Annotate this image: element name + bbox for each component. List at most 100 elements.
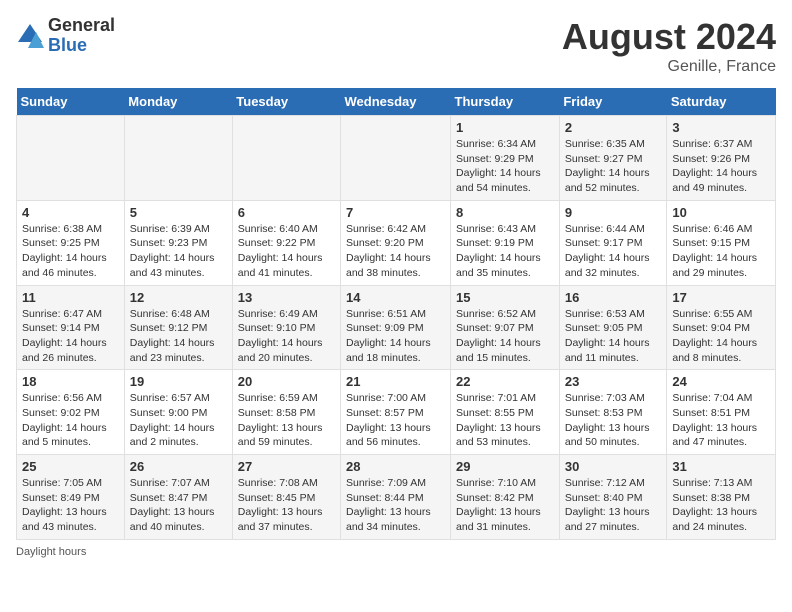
day-number: 29 bbox=[456, 459, 554, 474]
footer-note: Daylight hours bbox=[16, 546, 776, 558]
header-thursday: Thursday bbox=[451, 88, 560, 116]
calendar-cell: 25Sunrise: 7:05 AMSunset: 8:49 PMDayligh… bbox=[17, 455, 125, 540]
calendar-cell: 27 Sunrise: 7:08 AMSunset: 8:45 PMDayligh… bbox=[232, 455, 340, 540]
calendar-cell: 7 Sunrise: 6:42 AMSunset: 9:20 PMDaylight… bbox=[341, 200, 451, 285]
header-tuesday: Tuesday bbox=[232, 88, 340, 116]
day-number: 26 bbox=[130, 459, 227, 474]
calendar-cell: 6 Sunrise: 6:40 AMSunset: 9:22 PMDaylight… bbox=[232, 200, 340, 285]
header-wednesday: Wednesday bbox=[341, 88, 451, 116]
day-info: Sunrise: 7:10 AMSunset: 8:42 PMDaylight:… bbox=[456, 476, 554, 535]
calendar-cell: 18 Sunrise: 6:56 AMSunset: 9:02 PMDayligh… bbox=[17, 370, 125, 455]
day-number: 1 bbox=[456, 120, 554, 135]
day-number: 3 bbox=[672, 120, 770, 135]
day-number: 7 bbox=[346, 205, 445, 220]
calendar-cell: 13Sunrise: 6:49 AMSunset: 9:10 PMDayligh… bbox=[232, 285, 340, 370]
day-info: Sunrise: 6:47 AMSunset: 9:14 PMDaylight:… bbox=[22, 307, 119, 366]
day-number: 16 bbox=[565, 290, 662, 305]
calendar-week-row: 1 Sunrise: 6:34 AMSunset: 9:29 PMDaylight… bbox=[17, 116, 776, 201]
day-info: Sunrise: 6:46 AMSunset: 9:15 PMDaylight:… bbox=[672, 222, 770, 281]
calendar-cell: 11Sunrise: 6:47 AMSunset: 9:14 PMDayligh… bbox=[17, 285, 125, 370]
calendar-cell: 17 Sunrise: 6:55 AMSunset: 9:04 PMDayligh… bbox=[667, 285, 776, 370]
day-info: Sunrise: 6:55 AMSunset: 9:04 PMDaylight:… bbox=[672, 307, 770, 366]
day-info: Sunrise: 6:51 AMSunset: 9:09 PMDaylight:… bbox=[346, 307, 445, 366]
day-info: Sunrise: 7:07 AMSunset: 8:47 PMDaylight:… bbox=[130, 476, 227, 535]
day-number: 31 bbox=[672, 459, 770, 474]
calendar-cell bbox=[17, 116, 125, 201]
logo: General Blue bbox=[16, 16, 115, 56]
day-info: Sunrise: 6:43 AMSunset: 9:19 PMDaylight:… bbox=[456, 222, 554, 281]
day-info: Sunrise: 6:38 AMSunset: 9:25 PMDaylight:… bbox=[22, 222, 119, 281]
calendar-cell: 26 Sunrise: 7:07 AMSunset: 8:47 PMDayligh… bbox=[124, 455, 232, 540]
header-saturday: Saturday bbox=[667, 88, 776, 116]
day-info: Sunrise: 7:04 AMSunset: 8:51 PMDaylight:… bbox=[672, 391, 770, 450]
calendar-cell: 5 Sunrise: 6:39 AMSunset: 9:23 PMDaylight… bbox=[124, 200, 232, 285]
calendar-cell bbox=[124, 116, 232, 201]
calendar-week-row: 25Sunrise: 7:05 AMSunset: 8:49 PMDayligh… bbox=[17, 455, 776, 540]
calendar-cell bbox=[341, 116, 451, 201]
day-info: Sunrise: 6:34 AMSunset: 9:29 PMDaylight:… bbox=[456, 137, 554, 196]
day-info: Sunrise: 6:48 AMSunset: 9:12 PMDaylight:… bbox=[130, 307, 227, 366]
calendar-cell: 1 Sunrise: 6:34 AMSunset: 9:29 PMDaylight… bbox=[451, 116, 560, 201]
day-number: 28 bbox=[346, 459, 445, 474]
day-info: Sunrise: 7:12 AMSunset: 8:40 PMDaylight:… bbox=[565, 476, 662, 535]
day-number: 12 bbox=[130, 290, 227, 305]
header-sunday: Sunday bbox=[17, 88, 125, 116]
calendar-week-row: 4 Sunrise: 6:38 AMSunset: 9:25 PMDaylight… bbox=[17, 200, 776, 285]
day-number: 18 bbox=[22, 374, 119, 389]
day-number: 5 bbox=[130, 205, 227, 220]
day-number: 25 bbox=[22, 459, 119, 474]
calendar-cell: 23Sunrise: 7:03 AMSunset: 8:53 PMDayligh… bbox=[559, 370, 667, 455]
calendar-cell: 30 Sunrise: 7:12 AMSunset: 8:40 PMDayligh… bbox=[559, 455, 667, 540]
page-header: General Blue August 2024 Genille, France bbox=[16, 16, 776, 76]
day-info: Sunrise: 6:39 AMSunset: 9:23 PMDaylight:… bbox=[130, 222, 227, 281]
calendar-cell: 2 Sunrise: 6:35 AMSunset: 9:27 PMDaylight… bbox=[559, 116, 667, 201]
day-number: 6 bbox=[238, 205, 335, 220]
day-number: 4 bbox=[22, 205, 119, 220]
day-info: Sunrise: 6:53 AMSunset: 9:05 PMDaylight:… bbox=[565, 307, 662, 366]
day-info: Sunrise: 7:08 AMSunset: 8:45 PMDaylight:… bbox=[238, 476, 335, 535]
calendar-table: SundayMondayTuesdayWednesdayThursdayFrid… bbox=[16, 88, 776, 540]
calendar-week-row: 18 Sunrise: 6:56 AMSunset: 9:02 PMDayligh… bbox=[17, 370, 776, 455]
day-info: Sunrise: 6:35 AMSunset: 9:27 PMDaylight:… bbox=[565, 137, 662, 196]
day-info: Sunrise: 6:52 AMSunset: 9:07 PMDaylight:… bbox=[456, 307, 554, 366]
calendar-header-row: SundayMondayTuesdayWednesdayThursdayFrid… bbox=[17, 88, 776, 116]
calendar-cell: 4 Sunrise: 6:38 AMSunset: 9:25 PMDaylight… bbox=[17, 200, 125, 285]
calendar-cell: 3Sunrise: 6:37 AMSunset: 9:26 PMDaylight… bbox=[667, 116, 776, 201]
calendar-cell: 14 Sunrise: 6:51 AMSunset: 9:09 PMDayligh… bbox=[341, 285, 451, 370]
day-number: 30 bbox=[565, 459, 662, 474]
calendar-cell: 22 Sunrise: 7:01 AMSunset: 8:55 PMDayligh… bbox=[451, 370, 560, 455]
day-number: 27 bbox=[238, 459, 335, 474]
day-info: Sunrise: 6:59 AMSunset: 8:58 PMDaylight:… bbox=[238, 391, 335, 450]
calendar-cell: 12 Sunrise: 6:48 AMSunset: 9:12 PMDayligh… bbox=[124, 285, 232, 370]
calendar-cell: 29 Sunrise: 7:10 AMSunset: 8:42 PMDayligh… bbox=[451, 455, 560, 540]
calendar-cell: 10Sunrise: 6:46 AMSunset: 9:15 PMDayligh… bbox=[667, 200, 776, 285]
day-number: 19 bbox=[130, 374, 227, 389]
day-info: Sunrise: 7:03 AMSunset: 8:53 PMDaylight:… bbox=[565, 391, 662, 450]
day-number: 17 bbox=[672, 290, 770, 305]
day-info: Sunrise: 6:44 AMSunset: 9:17 PMDaylight:… bbox=[565, 222, 662, 281]
day-number: 15 bbox=[456, 290, 554, 305]
day-info: Sunrise: 7:01 AMSunset: 8:55 PMDaylight:… bbox=[456, 391, 554, 450]
day-number: 8 bbox=[456, 205, 554, 220]
day-info: Sunrise: 6:56 AMSunset: 9:02 PMDaylight:… bbox=[22, 391, 119, 450]
month-year-title: August 2024 bbox=[562, 16, 776, 58]
logo-general-text: General bbox=[48, 16, 115, 36]
calendar-cell: 20Sunrise: 6:59 AMSunset: 8:58 PMDayligh… bbox=[232, 370, 340, 455]
day-info: Sunrise: 7:09 AMSunset: 8:44 PMDaylight:… bbox=[346, 476, 445, 535]
day-number: 22 bbox=[456, 374, 554, 389]
calendar-cell: 21 Sunrise: 7:00 AMSunset: 8:57 PMDayligh… bbox=[341, 370, 451, 455]
day-number: 14 bbox=[346, 290, 445, 305]
header-friday: Friday bbox=[559, 88, 667, 116]
day-number: 2 bbox=[565, 120, 662, 135]
day-number: 21 bbox=[346, 374, 445, 389]
day-info: Sunrise: 6:42 AMSunset: 9:20 PMDaylight:… bbox=[346, 222, 445, 281]
day-info: Sunrise: 6:40 AMSunset: 9:22 PMDaylight:… bbox=[238, 222, 335, 281]
calendar-cell: 28 Sunrise: 7:09 AMSunset: 8:44 PMDayligh… bbox=[341, 455, 451, 540]
calendar-cell: 19 Sunrise: 6:57 AMSunset: 9:00 PMDayligh… bbox=[124, 370, 232, 455]
title-area: August 2024 Genille, France bbox=[562, 16, 776, 76]
day-info: Sunrise: 7:13 AMSunset: 8:38 PMDaylight:… bbox=[672, 476, 770, 535]
day-info: Sunrise: 7:00 AMSunset: 8:57 PMDaylight:… bbox=[346, 391, 445, 450]
day-info: Sunrise: 6:57 AMSunset: 9:00 PMDaylight:… bbox=[130, 391, 227, 450]
calendar-cell: 15 Sunrise: 6:52 AMSunset: 9:07 PMDayligh… bbox=[451, 285, 560, 370]
location-subtitle: Genille, France bbox=[562, 58, 776, 76]
